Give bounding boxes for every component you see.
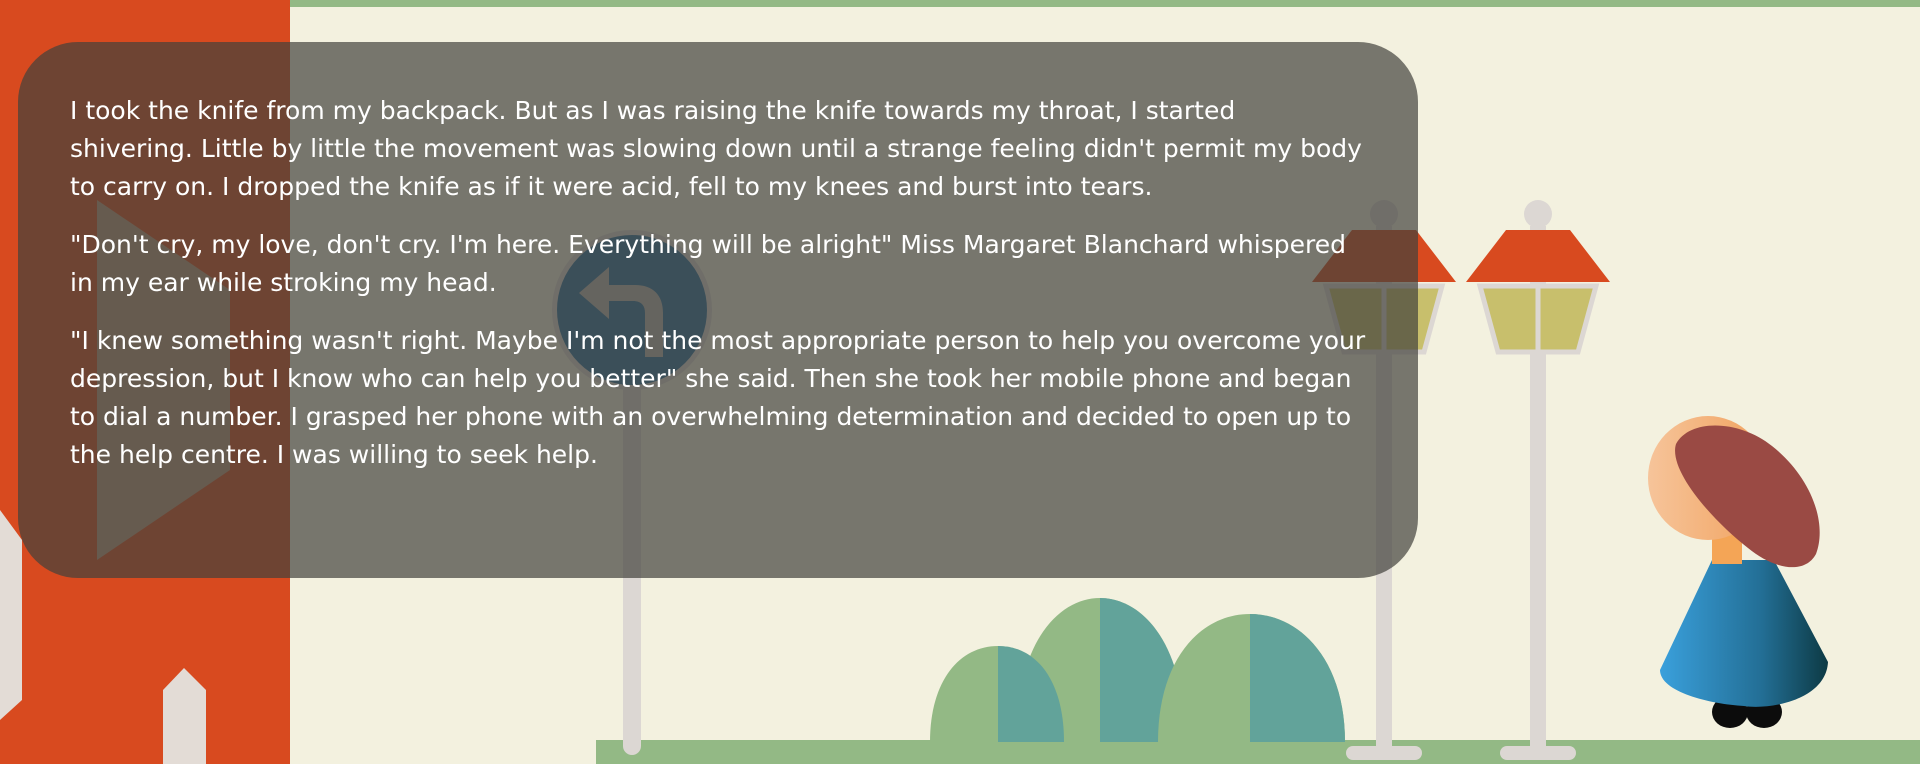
narration-paragraph-2: "Don't cry, my love, don't cry. I'm here… bbox=[70, 230, 1346, 297]
narration-panel: I took the knife from my backpack. But a… bbox=[18, 42, 1418, 578]
narration-paragraph-1: I took the knife from my backpack. But a… bbox=[70, 96, 1362, 201]
bushes bbox=[930, 598, 1345, 742]
top-grass-strip bbox=[290, 0, 1920, 7]
narration-paragraph-3: "I knew something wasn't right. Maybe I'… bbox=[70, 326, 1366, 469]
ground-grass bbox=[596, 740, 1920, 764]
street-lamp-2 bbox=[1466, 200, 1610, 760]
girl-character bbox=[1648, 416, 1828, 728]
